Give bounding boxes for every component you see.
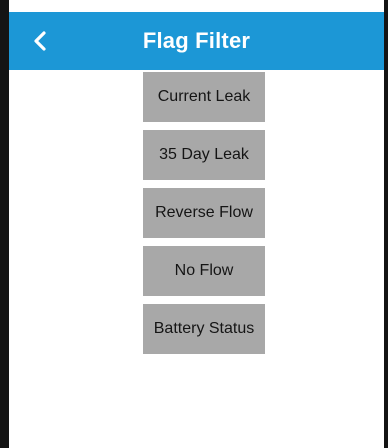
top-margin — [0, 0, 388, 12]
chevron-left-icon[interactable] — [33, 31, 47, 51]
app-bar: Flag Filter — [9, 12, 384, 70]
filter-battery-status-button[interactable]: Battery Status — [143, 304, 265, 354]
filter-current-leak-button[interactable]: Current Leak — [143, 72, 265, 122]
app-screen: Flag Filter Current Leak 35 Day Leak Rev… — [0, 0, 388, 448]
filter-no-flow-button[interactable]: No Flow — [143, 246, 265, 296]
filter-reverse-flow-button[interactable]: Reverse Flow — [143, 188, 265, 238]
page-title: Flag Filter — [142, 28, 251, 53]
filter-35-day-leak-button[interactable]: 35 Day Leak — [143, 130, 265, 180]
filter-list: Current Leak 35 Day Leak Reverse Flow No… — [143, 72, 265, 354]
back-button[interactable] — [23, 24, 57, 58]
device-frame-left — [0, 0, 9, 448]
device-frame-right — [384, 0, 388, 448]
filter-content: Current Leak 35 Day Leak Reverse Flow No… — [9, 70, 384, 448]
